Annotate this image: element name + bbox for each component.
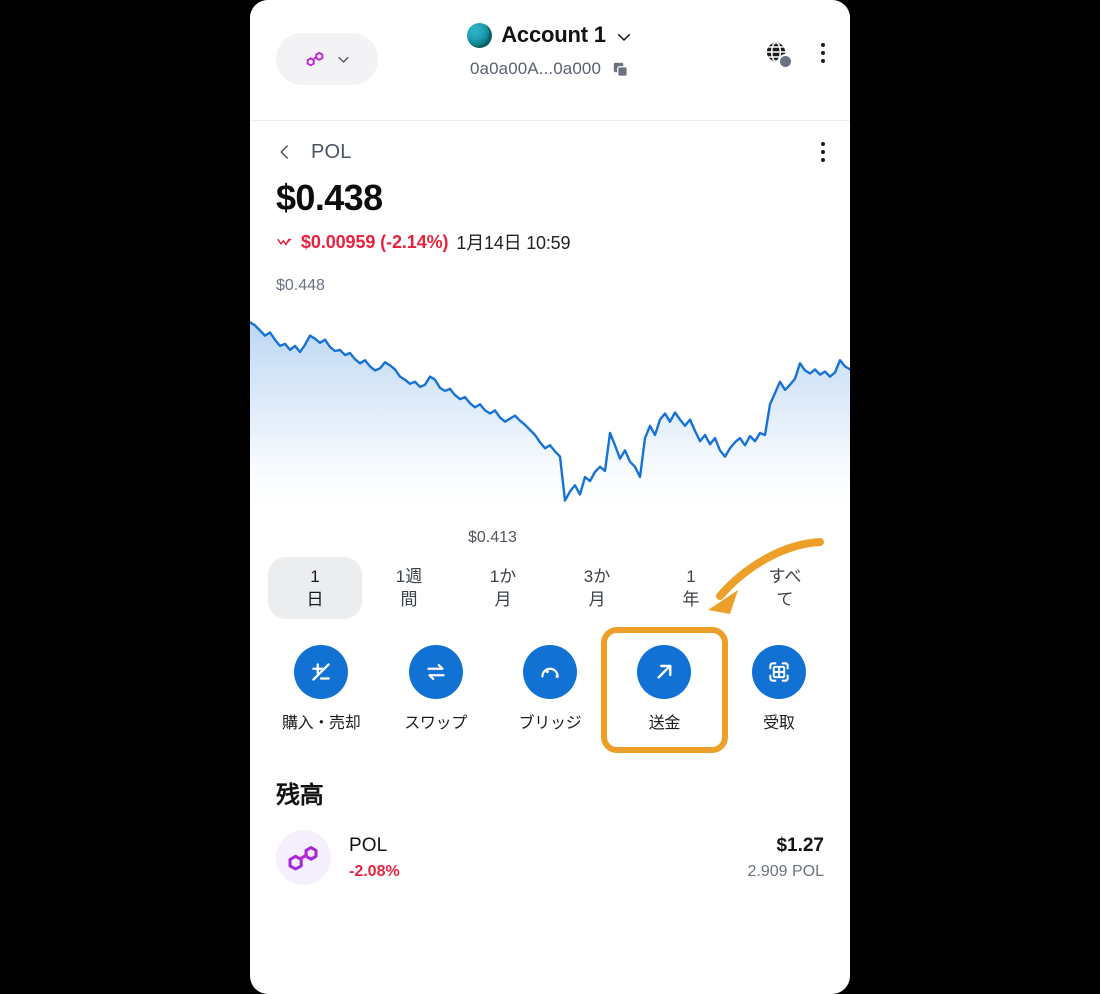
account-block: Account 1 0a0a00A...0a000 <box>250 22 850 79</box>
range-tab-1[interactable]: 1週間 <box>362 557 456 619</box>
phone-screen: Account 1 0a0a00A...0a000 POL $0.438 $0.… <box>250 0 850 994</box>
token-values: $1.27 2.909 POL <box>748 835 825 881</box>
chart-low-label: $0.413 <box>468 529 517 546</box>
copy-icon[interactable] <box>611 60 630 79</box>
chevron-left-icon[interactable] <box>276 143 294 161</box>
action-label: 送金 <box>648 715 681 733</box>
bridge-icon <box>523 645 578 700</box>
price-change-timestamp: 1月14日 10:59 <box>456 233 571 253</box>
wallet-address: 0a0a00A...0a000 <box>469 59 601 78</box>
action-button-3[interactable]: 送金 <box>601 627 728 754</box>
wallet-header: Account 1 0a0a00A...0a000 <box>250 0 850 120</box>
action-label: 受取 <box>763 715 795 733</box>
receive-qr-icon <box>751 645 806 700</box>
time-range-tabs[interactable]: 1 日 1週間 1か月 3か月 1 年すべて <box>250 547 850 620</box>
chart-high-label: $0.448 <box>276 277 325 294</box>
price-change-row: $0.00959 (-2.14%) 1月14日 10:59 <box>250 219 850 255</box>
asset-price: $0.438 <box>276 177 383 218</box>
token-fiat-value: $1.27 <box>776 834 824 856</box>
asset-symbol: POL <box>311 140 352 163</box>
network-status[interactable] <box>764 40 793 69</box>
kebab-menu-icon[interactable] <box>818 139 828 165</box>
price-chart[interactable]: $0.448 $0.413 <box>250 277 850 547</box>
token-name: POL <box>349 834 388 856</box>
action-button-1[interactable]: スワップ <box>378 633 492 747</box>
range-tab-line2: 間 <box>400 589 418 609</box>
action-button-0[interactable]: 購入・売却 <box>264 633 378 747</box>
token-change: -2.08% <box>349 862 400 880</box>
action-button-4[interactable]: 受取 <box>722 633 836 747</box>
address-row[interactable]: 0a0a00A...0a000 <box>250 59 850 79</box>
swap-icon <box>408 645 463 700</box>
range-tab-line2: 年 <box>682 589 700 609</box>
range-tab-line1: 1か <box>489 567 517 586</box>
action-label: スワップ <box>404 715 468 733</box>
range-tab-0[interactable]: 1日 <box>268 557 362 620</box>
token-amount: 2.909 POL <box>747 862 825 880</box>
range-tab-line2: て <box>776 589 794 609</box>
range-tab-4[interactable]: 1年 <box>644 557 738 619</box>
range-tab-5[interactable]: すべて <box>738 557 832 619</box>
action-button-2[interactable]: ブリッジ <box>493 633 607 747</box>
polygon-token-icon <box>276 830 331 886</box>
range-tab-2[interactable]: 1か月 <box>456 557 550 619</box>
account-selector[interactable]: Account 1 <box>250 22 850 48</box>
send-arrow-icon <box>637 645 692 700</box>
kebab-menu-icon[interactable] <box>818 40 828 66</box>
account-name: Account 1 <box>501 22 606 47</box>
action-label: 購入・売却 <box>281 715 361 733</box>
token-info: POL -2.08% <box>349 835 400 881</box>
avatar <box>467 22 493 48</box>
range-tab-line1: 1週 <box>395 567 423 586</box>
range-tab-line2: 日 <box>306 589 324 609</box>
chevron-down-icon <box>617 33 630 41</box>
range-tab-line1: すべ <box>768 567 802 586</box>
range-tab-line2: 月 <box>494 589 512 609</box>
balance-title: 残高 <box>276 782 324 810</box>
header-actions <box>764 40 828 69</box>
chart-canvas <box>250 321 850 520</box>
asset-header: POL <box>250 121 850 165</box>
trend-down-icon <box>277 238 292 245</box>
range-tab-line1: 1 <box>310 567 320 586</box>
range-tab-3[interactable]: 3か月 <box>550 557 644 619</box>
table-row[interactable]: POL -2.08% $1.27 2.909 POL <box>250 810 850 886</box>
action-label: ブリッジ <box>518 715 582 733</box>
range-tab-line1: 3か <box>583 567 611 586</box>
price-change-value: $0.00959 (-2.14%) <box>301 231 449 252</box>
range-tab-line2: 月 <box>588 589 606 609</box>
range-tab-line1: 1 <box>686 567 696 586</box>
action-buttons: 購入・売却 スワップ ブリッジ 送金 受取 <box>250 538 850 754</box>
buy-sell-icon <box>294 645 349 700</box>
status-dot <box>778 54 793 69</box>
